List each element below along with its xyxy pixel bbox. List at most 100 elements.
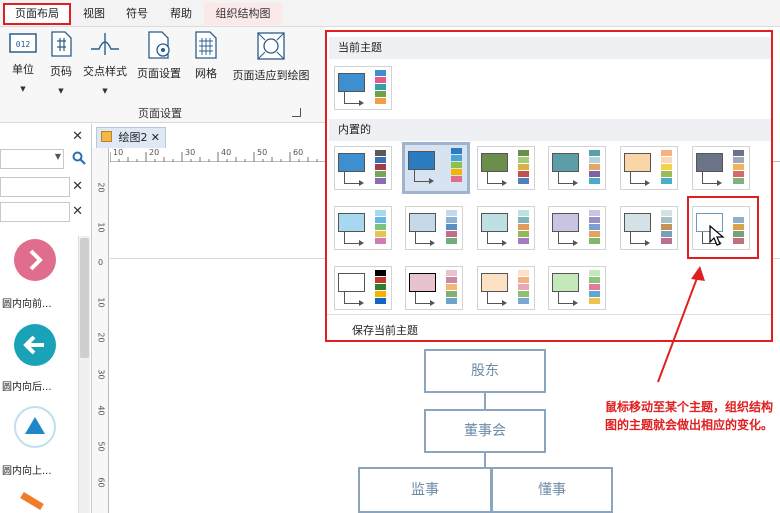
arrowhead-icon: [573, 180, 578, 186]
circle-forward-shape[interactable]: [14, 239, 56, 281]
fit-page-button[interactable]: 页面适应到绘图: [228, 31, 314, 83]
ruler-tick-label: 10: [96, 297, 106, 308]
palette-swatch: [589, 157, 600, 163]
palette-swatch: [518, 224, 529, 230]
ruler-tick-label: 50: [257, 148, 268, 157]
current-theme-thumbnail[interactable]: [334, 66, 392, 110]
palette-swatch: [451, 169, 462, 175]
triangle-up-icon: [25, 417, 45, 434]
palette-swatch: [446, 277, 457, 283]
theme-connector-preview: [702, 172, 718, 184]
ruler-tick-label: 10: [96, 222, 106, 233]
palette-swatch: [375, 157, 386, 163]
theme-thumbnail[interactable]: [477, 206, 535, 250]
tab-page-layout[interactable]: 页面布局: [3, 3, 71, 25]
annotation-arrow: [657, 266, 705, 383]
theme-thumbnail[interactable]: [402, 142, 470, 194]
palette-swatch: [446, 238, 457, 244]
page-setup-button[interactable]: 页面设置: [134, 31, 184, 81]
connector-line: [484, 453, 486, 467]
theme-node-preview: [338, 153, 365, 172]
palette-swatch: [446, 217, 457, 223]
palette-swatch: [589, 277, 600, 283]
library-row[interactable]: [0, 177, 70, 197]
org-node-supervisor[interactable]: 监事: [358, 467, 492, 513]
close-library-icon[interactable]: ✕: [72, 129, 83, 144]
grid-button[interactable]: 网格: [190, 31, 222, 81]
grid-label: 网格: [195, 67, 217, 80]
circle-up-shape[interactable]: [14, 406, 56, 448]
theme-thumbnail[interactable]: [548, 146, 606, 190]
theme-thumbnail[interactable]: [692, 146, 750, 190]
scrollbar-thumb[interactable]: [80, 238, 89, 358]
theme-thumbnail[interactable]: [548, 206, 606, 250]
tab-org-chart[interactable]: 组织结构图: [204, 3, 282, 25]
palette-swatch: [375, 238, 386, 244]
theme-thumbnail[interactable]: [477, 146, 535, 190]
theme-connector-preview: [344, 232, 360, 244]
ribbon-page-setup: 012 单位 ▼ 页码 ▼ 交点样式 ▼ 页面设置 网格 页面适应到绘图 页面设…: [0, 27, 325, 123]
arrowhead-icon: [359, 100, 364, 106]
theme-thumbnail[interactable]: [405, 206, 463, 250]
close-tab-icon[interactable]: ✕: [151, 128, 160, 147]
document-tab[interactable]: 绘图2 ✕: [96, 127, 166, 148]
library-search-input[interactable]: ▼: [0, 149, 64, 169]
unit-dropdown-icon[interactable]: ▼: [6, 85, 40, 93]
circle-backward-shape[interactable]: [14, 324, 56, 366]
theme-connector-preview: [558, 292, 574, 304]
jump-style-dropdown-icon[interactable]: ▼: [80, 87, 130, 95]
theme-node-preview: [624, 153, 651, 172]
close-row-icon[interactable]: ✕: [72, 204, 83, 219]
color-palette-preview: [375, 210, 386, 245]
unit-button[interactable]: 012 单位 ▼: [6, 31, 40, 93]
orange-arrow-shape[interactable]: [18, 492, 52, 513]
palette-swatch: [518, 171, 529, 177]
unit-icon: 012: [9, 33, 37, 53]
theme-thumbnail[interactable]: [334, 206, 392, 250]
page-number-dropdown-icon[interactable]: ▼: [44, 87, 78, 95]
theme-thumbnail[interactable]: [548, 266, 606, 310]
palette-swatch: [451, 148, 462, 154]
org-node-director[interactable]: 懂事: [491, 467, 613, 513]
palette-swatch: [733, 157, 744, 163]
chevron-down-icon[interactable]: ▼: [55, 152, 61, 161]
theme-thumbnail[interactable]: [334, 146, 392, 190]
palette-swatch: [375, 291, 386, 297]
palette-swatch: [375, 224, 386, 230]
palette-swatch: [518, 277, 529, 283]
tab-symbols[interactable]: 符号: [117, 3, 157, 25]
palette-swatch: [518, 150, 529, 156]
theme-node-preview: [552, 213, 579, 232]
jump-style-button[interactable]: 交点样式 ▼: [80, 31, 130, 95]
theme-thumbnail[interactable]: [620, 146, 678, 190]
library-row[interactable]: [0, 202, 70, 222]
theme-thumbnail[interactable]: [477, 266, 535, 310]
library-scrollbar[interactable]: [78, 236, 90, 513]
palette-swatch: [589, 171, 600, 177]
theme-node-preview: [338, 213, 365, 232]
arrowhead-icon: [359, 240, 364, 246]
arrowhead-icon: [645, 180, 650, 186]
theme-thumbnail[interactable]: [620, 206, 678, 250]
palette-swatch: [446, 270, 457, 276]
group-launcher-icon[interactable]: [292, 108, 301, 117]
current-theme-header: 当前主题: [329, 37, 771, 59]
arrowhead-icon: [502, 240, 507, 246]
palette-swatch: [589, 298, 600, 304]
color-palette-preview: [446, 210, 457, 245]
org-node-board[interactable]: 董事会: [424, 409, 546, 453]
theme-connector-preview: [415, 232, 431, 244]
tab-view[interactable]: 视图: [74, 3, 114, 25]
save-current-theme-button[interactable]: 保存当前主题: [352, 322, 418, 338]
close-row-icon[interactable]: ✕: [72, 179, 83, 194]
page-number-button[interactable]: 页码 ▼: [44, 31, 78, 95]
palette-swatch: [661, 224, 672, 230]
palette-swatch: [518, 157, 529, 163]
theme-thumbnail[interactable]: [334, 266, 392, 310]
search-icon[interactable]: [72, 151, 86, 165]
org-node-shareholders[interactable]: 股东: [424, 349, 546, 393]
theme-connector-preview: [415, 292, 431, 304]
theme-thumbnail[interactable]: [405, 266, 463, 310]
tab-help[interactable]: 帮助: [160, 3, 202, 25]
color-palette-preview: [375, 150, 386, 185]
